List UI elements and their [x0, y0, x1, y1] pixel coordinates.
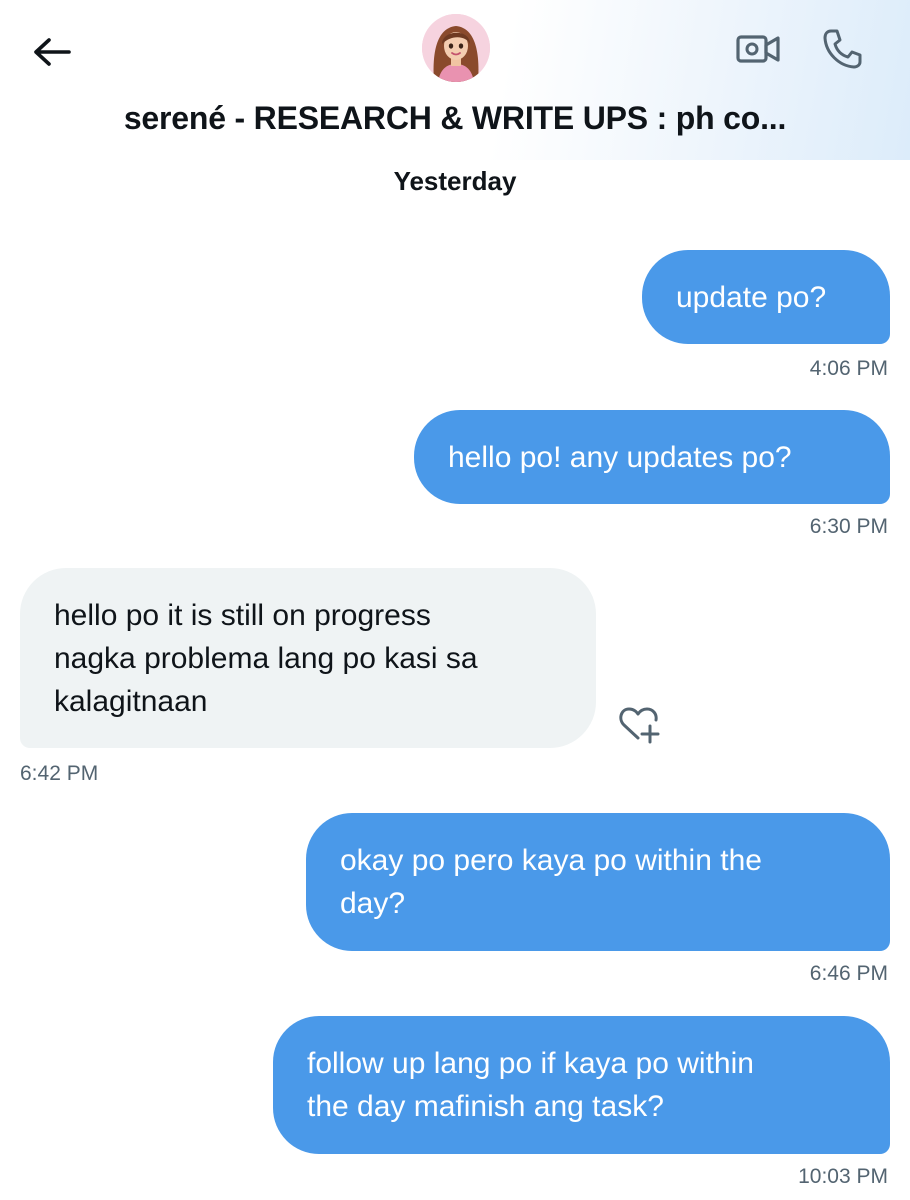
message-timestamp: 6:42 PM: [20, 762, 99, 785]
message-line: nagka problema lang po kasi sa: [54, 641, 478, 675]
message-line: kalagitnaan: [54, 684, 208, 718]
arrow-left-icon: [34, 38, 71, 66]
message-line: okay po pero kaya po within the: [340, 844, 762, 877]
incoming-message[interactable]: hello po it is still on progress nagka p…: [20, 568, 596, 748]
outgoing-message[interactable]: update po?: [642, 250, 890, 344]
outgoing-message[interactable]: follow up lang po if kaya po within the …: [273, 1016, 890, 1154]
message-text: hello po it is still on progress nagka p…: [54, 594, 478, 723]
message-timestamp: 4:06 PM: [809, 357, 888, 380]
video-call-button[interactable]: [730, 24, 786, 74]
message-timestamp: 10:03 PM: [798, 1165, 888, 1188]
message-line: the day mafinish ang task?: [307, 1090, 664, 1123]
outgoing-message[interactable]: okay po pero kaya po within the day?: [306, 813, 890, 951]
video-call-icon: [736, 35, 780, 63]
message-text: okay po pero kaya po within the day?: [340, 839, 762, 925]
add-reaction-button[interactable]: [614, 702, 664, 746]
message-line: follow up lang po if kaya po within: [307, 1047, 754, 1080]
message-text: hello po! any updates po?: [448, 440, 792, 474]
message-text: update po?: [676, 280, 827, 314]
message-timestamp: 6:46 PM: [809, 962, 888, 985]
avatar-illustration: [422, 14, 490, 82]
outgoing-message[interactable]: hello po! any updates po?: [414, 410, 890, 504]
heart-plus-icon: [619, 707, 660, 744]
message-line: hello po it is still on progress: [54, 598, 431, 632]
phone-icon: [823, 29, 862, 69]
voice-call-button[interactable]: [814, 24, 870, 74]
message-text: follow up lang po if kaya po within the …: [307, 1042, 754, 1128]
contact-avatar[interactable]: [422, 14, 490, 82]
back-button[interactable]: [28, 28, 76, 76]
conversation-title[interactable]: serené - RESEARCH & WRITE UPS : ph co...: [0, 100, 910, 137]
message-timestamp: 6:30 PM: [809, 515, 888, 538]
date-separator: Yesterday: [393, 166, 517, 196]
conversation-header: serené - RESEARCH & WRITE UPS : ph co...: [0, 0, 910, 160]
message-line: day?: [340, 887, 406, 920]
